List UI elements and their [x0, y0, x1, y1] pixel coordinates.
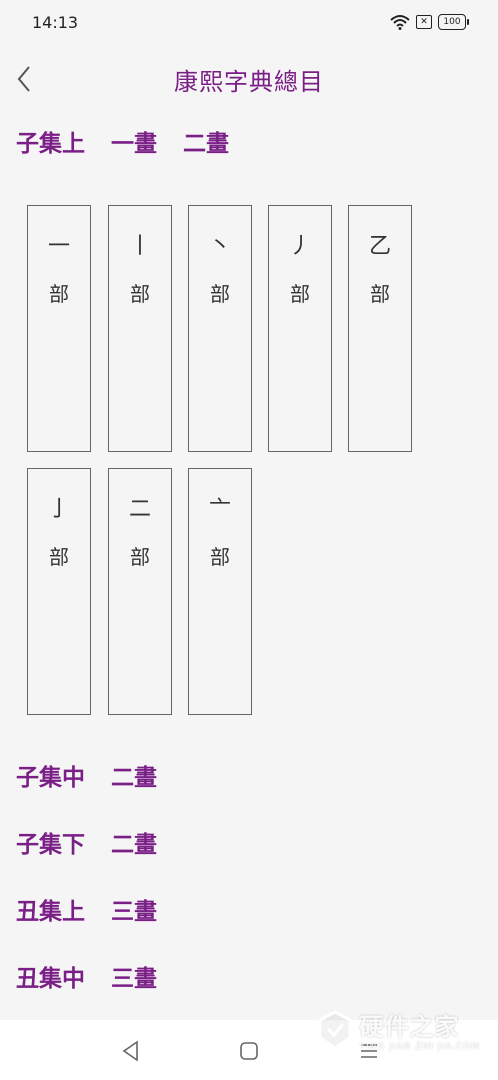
watermark: 硬件之家 YING JIAN ZHI JIA.COM — [317, 1007, 480, 1052]
section-chou-ji-zhong[interactable]: 丑集中 三畫 — [16, 959, 157, 993]
nav-back-icon[interactable] — [118, 1038, 144, 1064]
radical-suffix: 部 — [210, 545, 230, 569]
radical-char: 丨 — [128, 234, 151, 259]
volume-label: 子集下 — [16, 832, 85, 858]
radical-card[interactable]: 亅 部 — [27, 468, 91, 715]
radical-suffix: 部 — [210, 282, 230, 306]
watermark-subtitle: YING JIAN ZHI JIA.COM — [359, 1042, 480, 1052]
radical-card[interactable]: 一 部 — [27, 205, 91, 452]
sim-icon: ✕ — [416, 15, 432, 29]
stroke-link[interactable]: 二畫 — [111, 825, 157, 859]
battery-level: 100 — [443, 17, 461, 27]
radical-suffix: 部 — [49, 545, 69, 569]
status-time: 14:13 — [32, 12, 79, 32]
shield-logo-icon — [318, 1009, 352, 1050]
page-title: 康熙字典總目 — [174, 68, 324, 96]
status-icons: ✕ 100 — [390, 14, 469, 30]
section-zi-ji-shang[interactable]: 子集上 一畫 二畫 — [16, 124, 229, 158]
radical-char: 二 — [128, 497, 151, 522]
stroke-link[interactable]: 三畫 — [111, 959, 157, 993]
radical-char: 丶 — [208, 234, 231, 259]
stroke-link[interactable]: 一畫 — [111, 124, 157, 158]
radical-suffix: 部 — [130, 282, 150, 306]
nav-home-icon[interactable] — [236, 1038, 262, 1064]
radical-char: 亠 — [208, 497, 231, 522]
volume-label: 丑集上 — [16, 899, 85, 925]
stroke-link[interactable]: 二畫 — [183, 124, 229, 158]
app-header: 康熙字典總目 — [0, 52, 498, 106]
radical-card[interactable]: 丿 部 — [268, 205, 332, 452]
stroke-link[interactable]: 二畫 — [111, 758, 157, 792]
radical-char: 乙 — [368, 234, 391, 259]
wifi-icon — [390, 15, 410, 30]
radical-suffix: 部 — [130, 545, 150, 569]
radical-char: 丿 — [288, 234, 311, 259]
section-zi-ji-zhong[interactable]: 子集中 二畫 — [16, 758, 157, 792]
radical-char: 亅 — [47, 497, 70, 522]
stroke-link[interactable]: 三畫 — [111, 892, 157, 926]
radical-card[interactable]: 二 部 — [108, 468, 172, 715]
section-zi-ji-xia[interactable]: 子集下 二畫 — [16, 825, 157, 859]
radical-card[interactable]: 丶 部 — [188, 205, 252, 452]
status-bar: 14:13 ✕ 100 — [0, 0, 498, 44]
radical-card[interactable]: 乙 部 — [348, 205, 412, 452]
volume-label: 子集上 — [16, 131, 85, 157]
battery-icon: 100 — [438, 14, 469, 30]
radical-char: 一 — [47, 234, 70, 259]
section-chou-ji-shang[interactable]: 丑集上 三畫 — [16, 892, 157, 926]
radical-suffix: 部 — [290, 282, 310, 306]
watermark-text: 硬件之家 YING JIAN ZHI JIA.COM — [359, 1007, 480, 1052]
watermark-title: 硬件之家 — [359, 1013, 460, 1041]
volume-label: 子集中 — [16, 765, 85, 791]
volume-label: 丑集中 — [16, 966, 85, 992]
radical-suffix: 部 — [49, 282, 69, 306]
radical-card[interactable]: 丨 部 — [108, 205, 172, 452]
radical-card[interactable]: 亠 部 — [188, 468, 252, 715]
radical-suffix: 部 — [370, 282, 390, 306]
